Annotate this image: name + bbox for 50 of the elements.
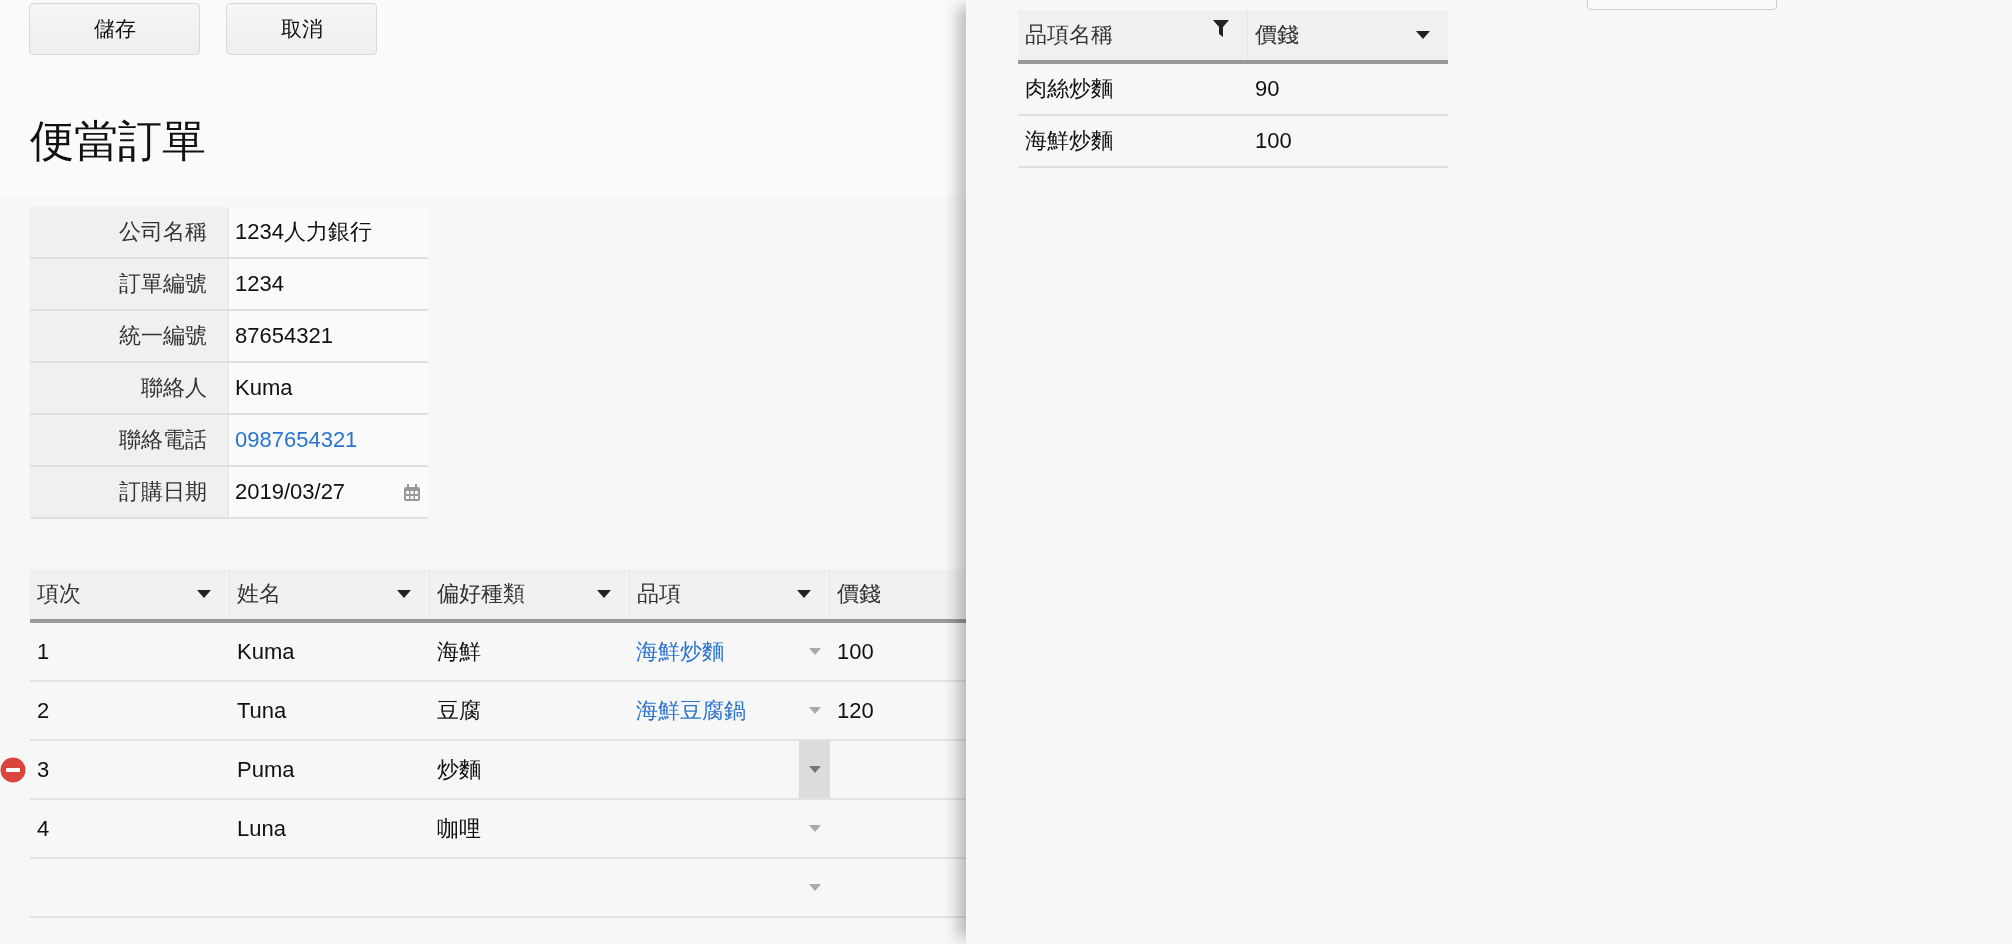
table-cell: 120	[837, 697, 874, 724]
column-header[interactable]: 項次	[30, 569, 230, 619]
column-header[interactable]: 價錢	[1248, 10, 1448, 60]
caret-icon[interactable]	[397, 590, 411, 598]
table-cell: Kuma	[237, 638, 295, 665]
table-cell-text: 豆腐	[437, 696, 481, 725]
caret-icon[interactable]	[197, 590, 211, 598]
table-cell: 2	[37, 697, 50, 724]
field-label: 聯絡電話	[119, 426, 207, 454]
table-cell: 3	[37, 756, 50, 783]
caret-icon[interactable]	[797, 590, 811, 598]
item-link[interactable]: 海鮮豆腐鍋	[636, 695, 746, 726]
table-cell: Tuna	[237, 697, 287, 724]
caret-icon[interactable]	[597, 590, 611, 598]
page-title: 便當訂單	[30, 115, 206, 167]
table-cell: 100	[1255, 128, 1292, 154]
filter-icon[interactable]	[1213, 20, 1229, 37]
phone-link[interactable]: 0987654321	[235, 427, 358, 453]
table-cell: 4	[37, 815, 50, 842]
table-cell: 90	[1255, 76, 1280, 102]
table-cell-text: 海鮮	[437, 637, 481, 666]
table-cell: 100	[837, 638, 874, 665]
table-cell: Luna	[237, 815, 286, 842]
cancel-button[interactable]: 取消	[226, 3, 377, 55]
field-label: 統一編號	[119, 322, 207, 350]
table-cell-text: 咖哩	[437, 814, 481, 843]
column-header[interactable]: 品項	[630, 569, 830, 619]
field-value: 1234人力銀行	[235, 218, 372, 246]
table-cell-text: 肉絲炒麵	[1025, 75, 1113, 103]
field-value: 87654321	[235, 323, 333, 349]
field-value: 1234	[235, 271, 284, 297]
table-cell: 1	[37, 638, 50, 665]
field-label: 訂單編號	[119, 270, 207, 298]
save-button[interactable]: 儲存	[29, 3, 200, 55]
field-label: 訂購日期	[119, 478, 207, 506]
table-cell: Puma	[237, 756, 295, 783]
date-value: 2019/03/27	[235, 479, 346, 505]
table-cell-text: 海鮮炒麵	[1025, 127, 1113, 155]
dropdown-button[interactable]	[799, 741, 830, 798]
field-label: 聯絡人	[141, 374, 207, 402]
calendar-icon[interactable]	[404, 483, 420, 501]
caret-icon[interactable]	[1416, 31, 1430, 39]
field-label: 公司名稱	[119, 218, 207, 246]
remove-row-icon[interactable]	[0, 756, 26, 783]
table-cell-text: 炒麵	[437, 755, 481, 784]
column-header[interactable]: 偏好種類	[430, 569, 630, 619]
column-header[interactable]: 姓名	[230, 569, 430, 619]
field-value: Kuma	[235, 375, 293, 401]
column-header[interactable]: 品項名稱	[1018, 10, 1248, 60]
item-link[interactable]: 海鮮炒麵	[636, 636, 724, 667]
